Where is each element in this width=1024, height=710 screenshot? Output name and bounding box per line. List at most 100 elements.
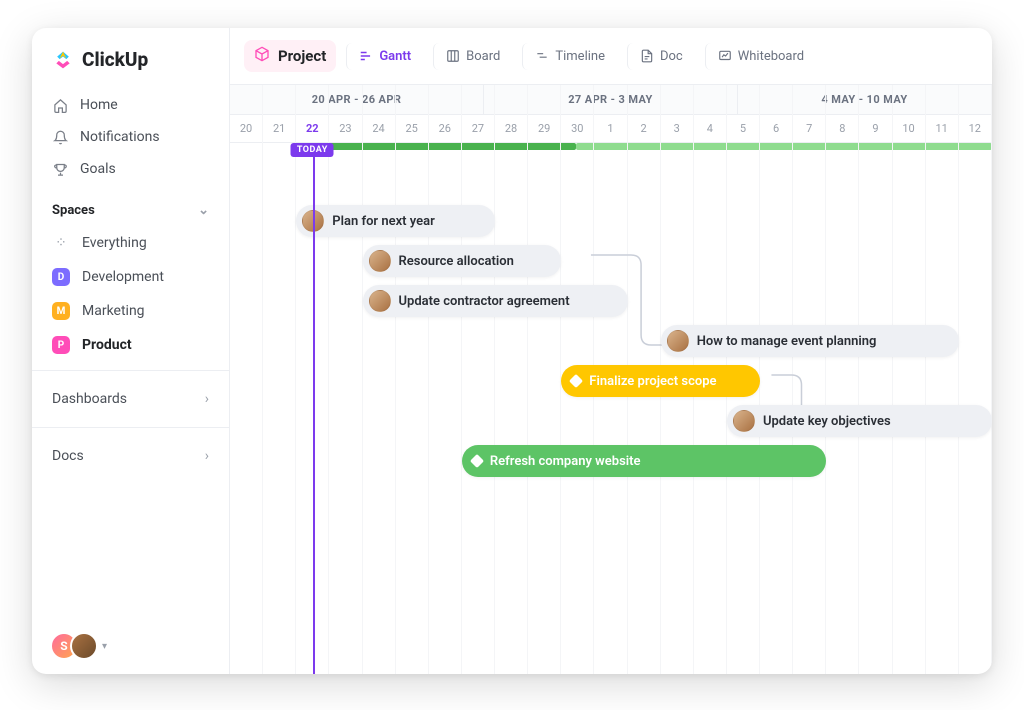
tab-label: Timeline xyxy=(555,49,605,64)
space-badge: P xyxy=(52,336,70,354)
day-cell: 28 xyxy=(495,115,528,142)
milestone-icon xyxy=(470,454,484,468)
view-tab-whiteboard[interactable]: Whiteboard xyxy=(705,43,816,70)
task-label: Plan for next year xyxy=(332,214,435,229)
view-tab-doc[interactable]: Doc xyxy=(627,43,695,70)
day-cell: 26 xyxy=(429,115,462,142)
nav-label: Goals xyxy=(80,161,116,177)
sidebar-item-development[interactable]: D Development xyxy=(32,260,229,294)
task-bar[interactable]: Plan for next year xyxy=(296,205,495,237)
day-cell: 20 xyxy=(230,115,263,142)
nav-label: Home xyxy=(80,97,118,113)
user-avatars[interactable]: S ▾ xyxy=(50,632,107,660)
nav-goals[interactable]: Goals xyxy=(32,153,229,185)
project-title[interactable]: Project xyxy=(244,40,336,72)
sidebar-item-docs[interactable]: Docs › xyxy=(32,436,229,476)
range-label: 20 APR - 26 APR xyxy=(230,85,484,114)
view-tab-board[interactable]: Board xyxy=(433,43,512,70)
task-label: Resource allocation xyxy=(399,254,514,269)
divider xyxy=(32,370,229,371)
app-window: ClickUp Home Notifications Goals Spaces … xyxy=(32,28,992,674)
tab-label: Gantt xyxy=(379,49,411,64)
task-bar[interactable]: Finalize project scope xyxy=(561,365,760,397)
day-cell: 5 xyxy=(727,115,760,142)
day-cell: 21 xyxy=(263,115,296,142)
assignee-avatar xyxy=(369,290,391,312)
task-label: Update contractor agreement xyxy=(399,294,570,309)
topbar: Project Gantt Board Timeline Doc Whitebo… xyxy=(230,28,992,85)
day-cell: 6 xyxy=(760,115,793,142)
sidebar-item-dashboards[interactable]: Dashboards › xyxy=(32,379,229,419)
tab-label: Doc xyxy=(660,49,683,64)
day-cell: 8 xyxy=(826,115,859,142)
day-header-row: 202122TODAY23242526272829301234567891011… xyxy=(230,115,992,143)
nav-home[interactable]: Home xyxy=(32,89,229,121)
day-cell: 12 xyxy=(959,115,992,142)
task-bar[interactable]: Resource allocation xyxy=(363,245,562,277)
project-label: Project xyxy=(278,47,326,65)
task-bar[interactable]: Update key objectives xyxy=(727,405,992,437)
task-label: Finalize project scope xyxy=(589,374,716,389)
day-cell: 7 xyxy=(793,115,826,142)
space-label: Everything xyxy=(82,235,147,251)
main-panel: Project Gantt Board Timeline Doc Whitebo… xyxy=(230,28,992,674)
task-label: Update key objectives xyxy=(763,414,891,429)
brand-logo[interactable]: ClickUp xyxy=(32,42,229,89)
task-label: How to manage event planning xyxy=(697,334,877,349)
day-cell: 9 xyxy=(859,115,892,142)
day-cell: 2 xyxy=(628,115,661,142)
sidebar-item-everything[interactable]: ⁘ Everything xyxy=(32,226,229,260)
space-label: Product xyxy=(82,337,132,353)
trophy-icon xyxy=(52,161,68,177)
chevron-right-icon: › xyxy=(205,391,209,407)
spaces-label: Spaces xyxy=(52,203,95,218)
nav-notifications[interactable]: Notifications xyxy=(32,121,229,153)
spaces-section-header[interactable]: Spaces ⌄ xyxy=(32,185,229,226)
divider xyxy=(32,427,229,428)
gantt-icon xyxy=(359,49,373,63)
day-cell: 1 xyxy=(594,115,627,142)
day-cell: 25 xyxy=(396,115,429,142)
tab-label: Whiteboard xyxy=(738,49,804,64)
section-label: Dashboards xyxy=(52,391,127,407)
grid-icon: ⁘ xyxy=(52,234,70,252)
section-label: Docs xyxy=(52,448,84,464)
home-icon xyxy=(52,97,68,113)
day-cell: 10 xyxy=(893,115,926,142)
milestone-icon xyxy=(569,374,583,388)
today-marker xyxy=(313,143,315,674)
assignee-avatar xyxy=(733,410,755,432)
space-badge: M xyxy=(52,302,70,320)
view-tab-timeline[interactable]: Timeline xyxy=(522,43,617,70)
day-cell: 22TODAY xyxy=(296,115,329,142)
day-cell: 4 xyxy=(694,115,727,142)
timeline-icon xyxy=(535,49,549,63)
progress-strip xyxy=(230,143,992,151)
tab-label: Board xyxy=(466,49,500,64)
space-label: Marketing xyxy=(82,303,145,319)
sidebar-item-product[interactable]: P Product xyxy=(32,328,229,362)
assignee-avatar xyxy=(667,330,689,352)
space-label: Development xyxy=(82,269,164,285)
task-bar[interactable]: Update contractor agreement xyxy=(363,285,628,317)
whiteboard-icon xyxy=(718,49,732,63)
task-bar[interactable]: How to manage event planning xyxy=(661,325,959,357)
board-icon xyxy=(446,49,460,63)
nav-label: Notifications xyxy=(80,129,160,145)
chevron-down-icon: ⌄ xyxy=(198,203,209,218)
logo-icon xyxy=(52,49,74,71)
day-cell: 23 xyxy=(329,115,362,142)
date-range-header: 20 APR - 26 APR 27 APR - 3 MAY 4 MAY - 1… xyxy=(230,85,992,115)
brand-name: ClickUp xyxy=(82,48,148,71)
bell-icon xyxy=(52,129,68,145)
task-bar[interactable]: Refresh company website xyxy=(462,445,826,477)
gantt-chart: 20 APR - 26 APR 27 APR - 3 MAY 4 MAY - 1… xyxy=(230,85,992,674)
cube-icon xyxy=(254,46,270,66)
sidebar-item-marketing[interactable]: M Marketing xyxy=(32,294,229,328)
assignee-avatar xyxy=(369,250,391,272)
sidebar: ClickUp Home Notifications Goals Spaces … xyxy=(32,28,230,674)
range-label: 4 MAY - 10 MAY xyxy=(738,85,992,114)
range-label: 27 APR - 3 MAY xyxy=(484,85,738,114)
day-cell: 30 xyxy=(561,115,594,142)
view-tab-gantt[interactable]: Gantt xyxy=(346,43,423,70)
